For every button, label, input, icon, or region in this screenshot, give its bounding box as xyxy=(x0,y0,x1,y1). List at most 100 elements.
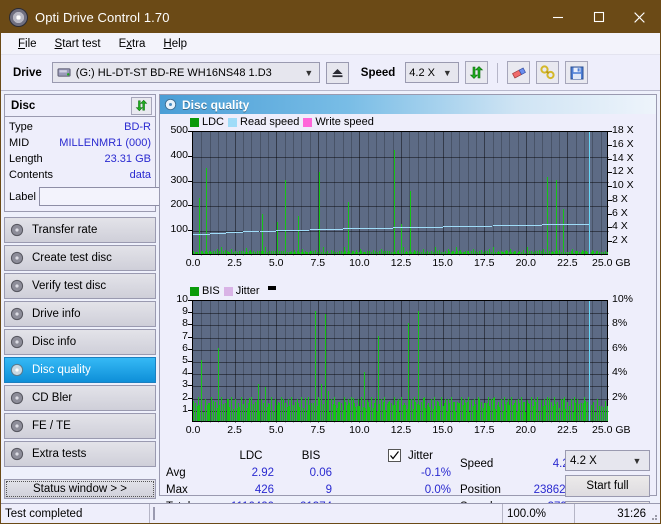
data-bar xyxy=(363,252,364,254)
gridline xyxy=(326,132,327,256)
gridline xyxy=(592,132,593,256)
data-bar xyxy=(509,252,510,254)
maximize-icon[interactable] xyxy=(578,1,619,33)
sidebar-item-label: CD Bler xyxy=(32,392,72,404)
data-bar xyxy=(199,252,200,254)
gridline xyxy=(251,132,252,256)
gridline xyxy=(484,132,485,256)
data-bar xyxy=(527,400,528,421)
drive-select[interactable]: (G:) HL-DT-ST BD-RE WH16NS48 1.D3 ▼ xyxy=(52,62,320,83)
menu-start-test[interactable]: Start test xyxy=(46,36,110,52)
data-bar xyxy=(213,401,214,422)
data-bar xyxy=(415,251,416,254)
data-bar xyxy=(197,252,198,254)
data-bar xyxy=(427,405,428,421)
data-bar xyxy=(459,251,460,254)
sidebar-item-label: FE / TE xyxy=(32,420,71,432)
data-bar xyxy=(389,251,390,254)
gridline xyxy=(193,157,609,158)
jitter-checkbox[interactable] xyxy=(388,449,401,462)
sidebar-item-label: Disc info xyxy=(32,336,76,348)
data-bar xyxy=(391,252,392,254)
sidebar-item-extra-tests[interactable]: Extra tests xyxy=(4,441,156,467)
data-bar xyxy=(563,209,564,254)
data-bar xyxy=(367,251,368,254)
menu-file[interactable]: FFileile xyxy=(9,36,46,52)
data-bar xyxy=(307,252,308,254)
gridline xyxy=(534,132,535,256)
y-tick-label: 500 xyxy=(162,124,188,136)
menu-help[interactable]: Help xyxy=(154,36,196,52)
sidebar-item-transfer-rate[interactable]: Transfer rate xyxy=(4,217,156,243)
start-full-button[interactable]: Start full xyxy=(565,475,650,497)
read-speed-line xyxy=(476,226,493,227)
refresh-button[interactable] xyxy=(465,61,488,84)
chevron-down-icon[interactable]: ▼ xyxy=(439,68,455,78)
position-stat-label: Position xyxy=(460,484,501,496)
sidebar-item-fe-te[interactable]: FE / TE xyxy=(4,413,156,439)
data-bar xyxy=(253,404,254,421)
data-bar xyxy=(211,411,212,421)
data-bar xyxy=(401,400,402,421)
data-bar xyxy=(479,399,480,421)
chevron-down-icon[interactable]: ▼ xyxy=(629,456,645,466)
y-tick-label: 200 xyxy=(162,198,188,210)
data-bar xyxy=(443,406,444,421)
data-bar xyxy=(547,177,548,254)
status-window-button[interactable]: Status window > > xyxy=(4,479,156,499)
data-bar xyxy=(209,403,210,421)
disc-row-key: MID xyxy=(9,136,29,151)
menu-extra[interactable]: Extra xyxy=(110,36,155,52)
data-bar xyxy=(541,400,542,421)
data-bar xyxy=(309,252,310,254)
sidebar-item-verify-test-disc[interactable]: Verify test disc xyxy=(4,273,156,299)
tools-button[interactable] xyxy=(536,61,559,84)
gridline xyxy=(426,132,427,256)
speed-select[interactable]: 4.2 X ▼ xyxy=(405,62,459,83)
data-bar xyxy=(407,409,408,421)
save-button[interactable] xyxy=(565,61,588,84)
data-bar xyxy=(603,407,604,421)
sidebar-item-disc-info[interactable]: Disc info xyxy=(4,329,156,355)
data-bar xyxy=(319,251,320,254)
chevron-down-icon[interactable]: ▼ xyxy=(301,68,317,78)
close-icon[interactable] xyxy=(619,1,660,33)
gridline xyxy=(459,132,460,256)
y2-tick-label: 14 X xyxy=(612,152,634,164)
data-bar xyxy=(515,400,516,421)
data-bar xyxy=(477,252,478,254)
y-tick-label: 3 xyxy=(162,378,188,390)
data-bar xyxy=(345,251,346,254)
data-bar xyxy=(439,406,440,421)
x-tick-label: 22.5 xyxy=(550,424,584,436)
data-bar xyxy=(551,252,552,254)
test-speed-select[interactable]: 4.2 X ▼ xyxy=(565,450,650,471)
resize-grip-icon[interactable] xyxy=(648,511,658,521)
data-bar xyxy=(547,410,548,422)
x-tick-label: 22.5 xyxy=(550,257,584,269)
gridline xyxy=(268,132,269,256)
data-bar xyxy=(217,252,218,254)
window-controls xyxy=(537,1,660,33)
erase-button[interactable] xyxy=(507,61,530,84)
data-bar xyxy=(265,406,266,421)
data-bar xyxy=(405,405,406,422)
eject-button[interactable] xyxy=(326,62,349,84)
data-bar xyxy=(291,251,292,254)
legend-swatch xyxy=(228,118,237,127)
gridline xyxy=(343,132,344,256)
x-tick-label: 15.0 xyxy=(426,257,460,269)
y2-tick-mark xyxy=(608,186,612,187)
sidebar-item-create-test-disc[interactable]: Create test disc xyxy=(4,245,156,271)
data-bar xyxy=(583,251,584,254)
sidebar-item-cd-bler[interactable]: CD Bler xyxy=(4,385,156,411)
read-speed-line xyxy=(526,225,543,226)
data-bar xyxy=(325,252,326,254)
data-bar xyxy=(373,252,374,254)
sidebar-item-disc-quality[interactable]: Disc quality xyxy=(4,357,156,383)
minimize-icon[interactable] xyxy=(537,1,578,33)
sidebar-item-drive-info[interactable]: Drive info xyxy=(4,301,156,327)
disc-refresh-button[interactable] xyxy=(131,97,152,115)
data-bar xyxy=(505,251,506,254)
data-bar xyxy=(227,399,228,421)
